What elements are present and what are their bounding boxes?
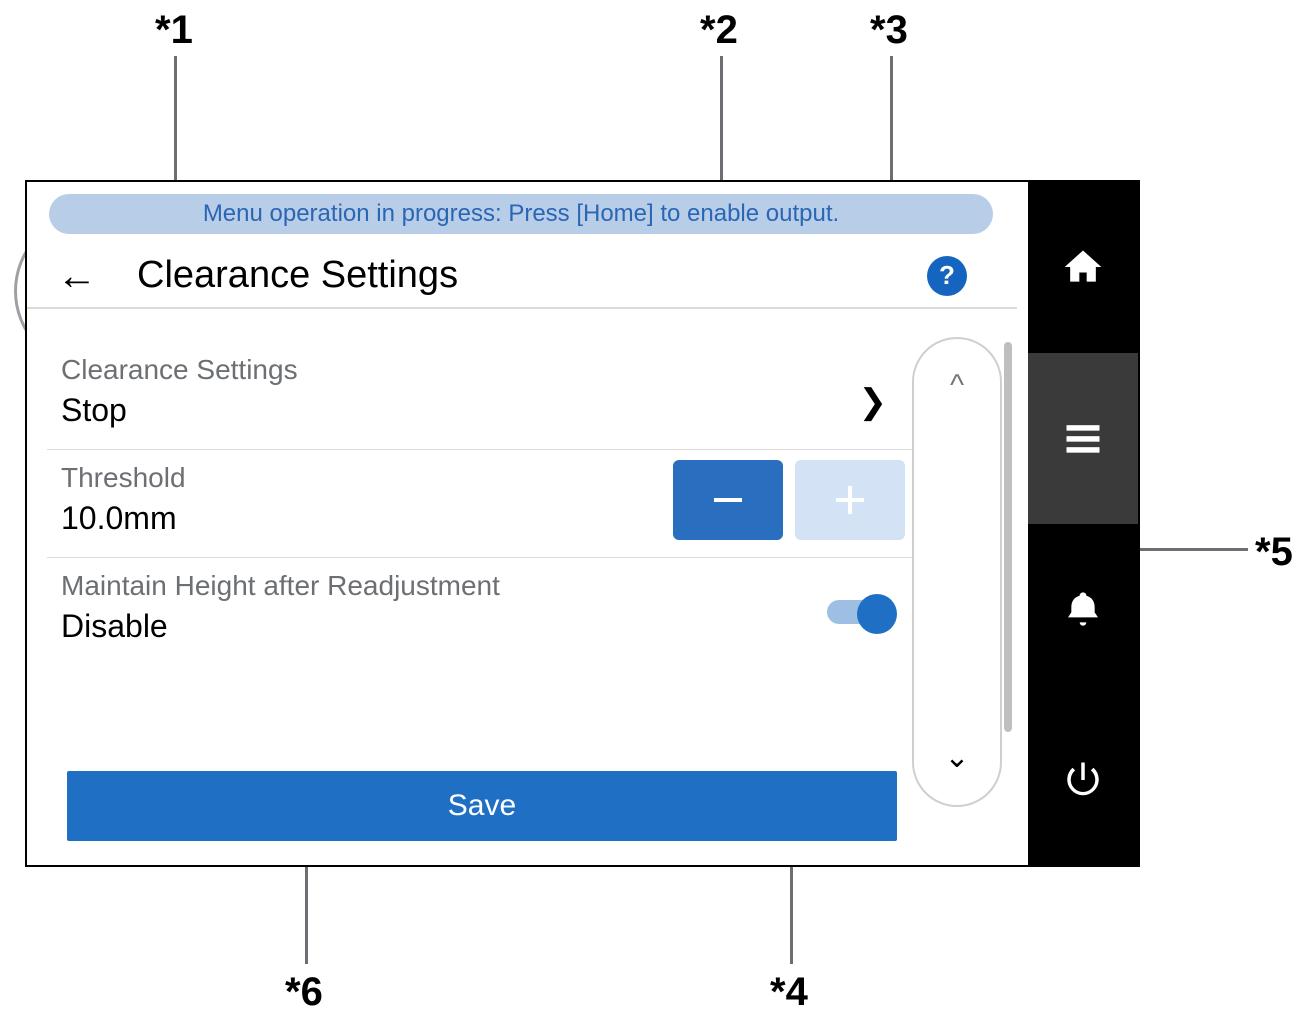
scroll-control: ^ ⌄ [912,337,1002,807]
plus-button[interactable] [795,460,905,540]
sidebar-menu-button[interactable] [1028,353,1138,524]
plus-icon [828,478,872,522]
threshold-stepper [673,460,905,540]
row-label: Maintain Height after Readjustment [61,570,903,602]
row-value: Disable [61,608,903,645]
callout-6-label: *6 [285,970,323,1015]
settings-list: Clearance Settings Stop ❯ Threshold 10.0… [47,342,917,666]
help-icon[interactable]: ? [927,256,967,296]
sidebar-alerts-button[interactable] [1028,524,1138,695]
callout-3-label: *3 [870,8,908,53]
sidebar-power-button[interactable] [1028,694,1138,865]
scrollbar-indicator [1004,342,1012,732]
chevron-right-icon: ❯ [859,382,888,422]
row-maintain-height: Maintain Height after Readjustment Disab… [47,558,917,666]
save-button[interactable]: Save [67,771,897,841]
status-bar: Menu operation in progress: Press [Home]… [49,194,993,234]
callout-5-label: *5 [1255,530,1293,575]
row-label: Clearance Settings [61,354,903,386]
toggle-knob [857,594,897,634]
scroll-up-button[interactable]: ^ [950,369,964,403]
scroll-down-button[interactable]: ⌄ [944,740,969,775]
maintain-height-toggle[interactable] [827,594,897,630]
back-arrow-icon[interactable]: ← [57,256,97,296]
device-screen: Menu operation in progress: Press [Home]… [25,180,1140,867]
power-icon [1062,759,1104,801]
home-icon [1061,245,1105,289]
callout-1-label: *1 [155,8,193,53]
hamburger-icon [1061,416,1105,460]
row-value: Stop [61,392,903,429]
callout-4-label: *4 [770,970,808,1015]
sidebar [1028,182,1138,865]
bell-icon [1063,589,1103,629]
callout-2-label: *2 [700,8,738,53]
minus-button[interactable] [673,460,783,540]
screen-header: ← Clearance Settings ? [27,244,1017,309]
row-threshold: Threshold 10.0mm [47,450,917,558]
page-title: Clearance Settings [137,254,927,297]
minus-icon [706,478,750,522]
row-clearance-settings[interactable]: Clearance Settings Stop ❯ [47,342,917,450]
sidebar-home-button[interactable] [1028,182,1138,353]
